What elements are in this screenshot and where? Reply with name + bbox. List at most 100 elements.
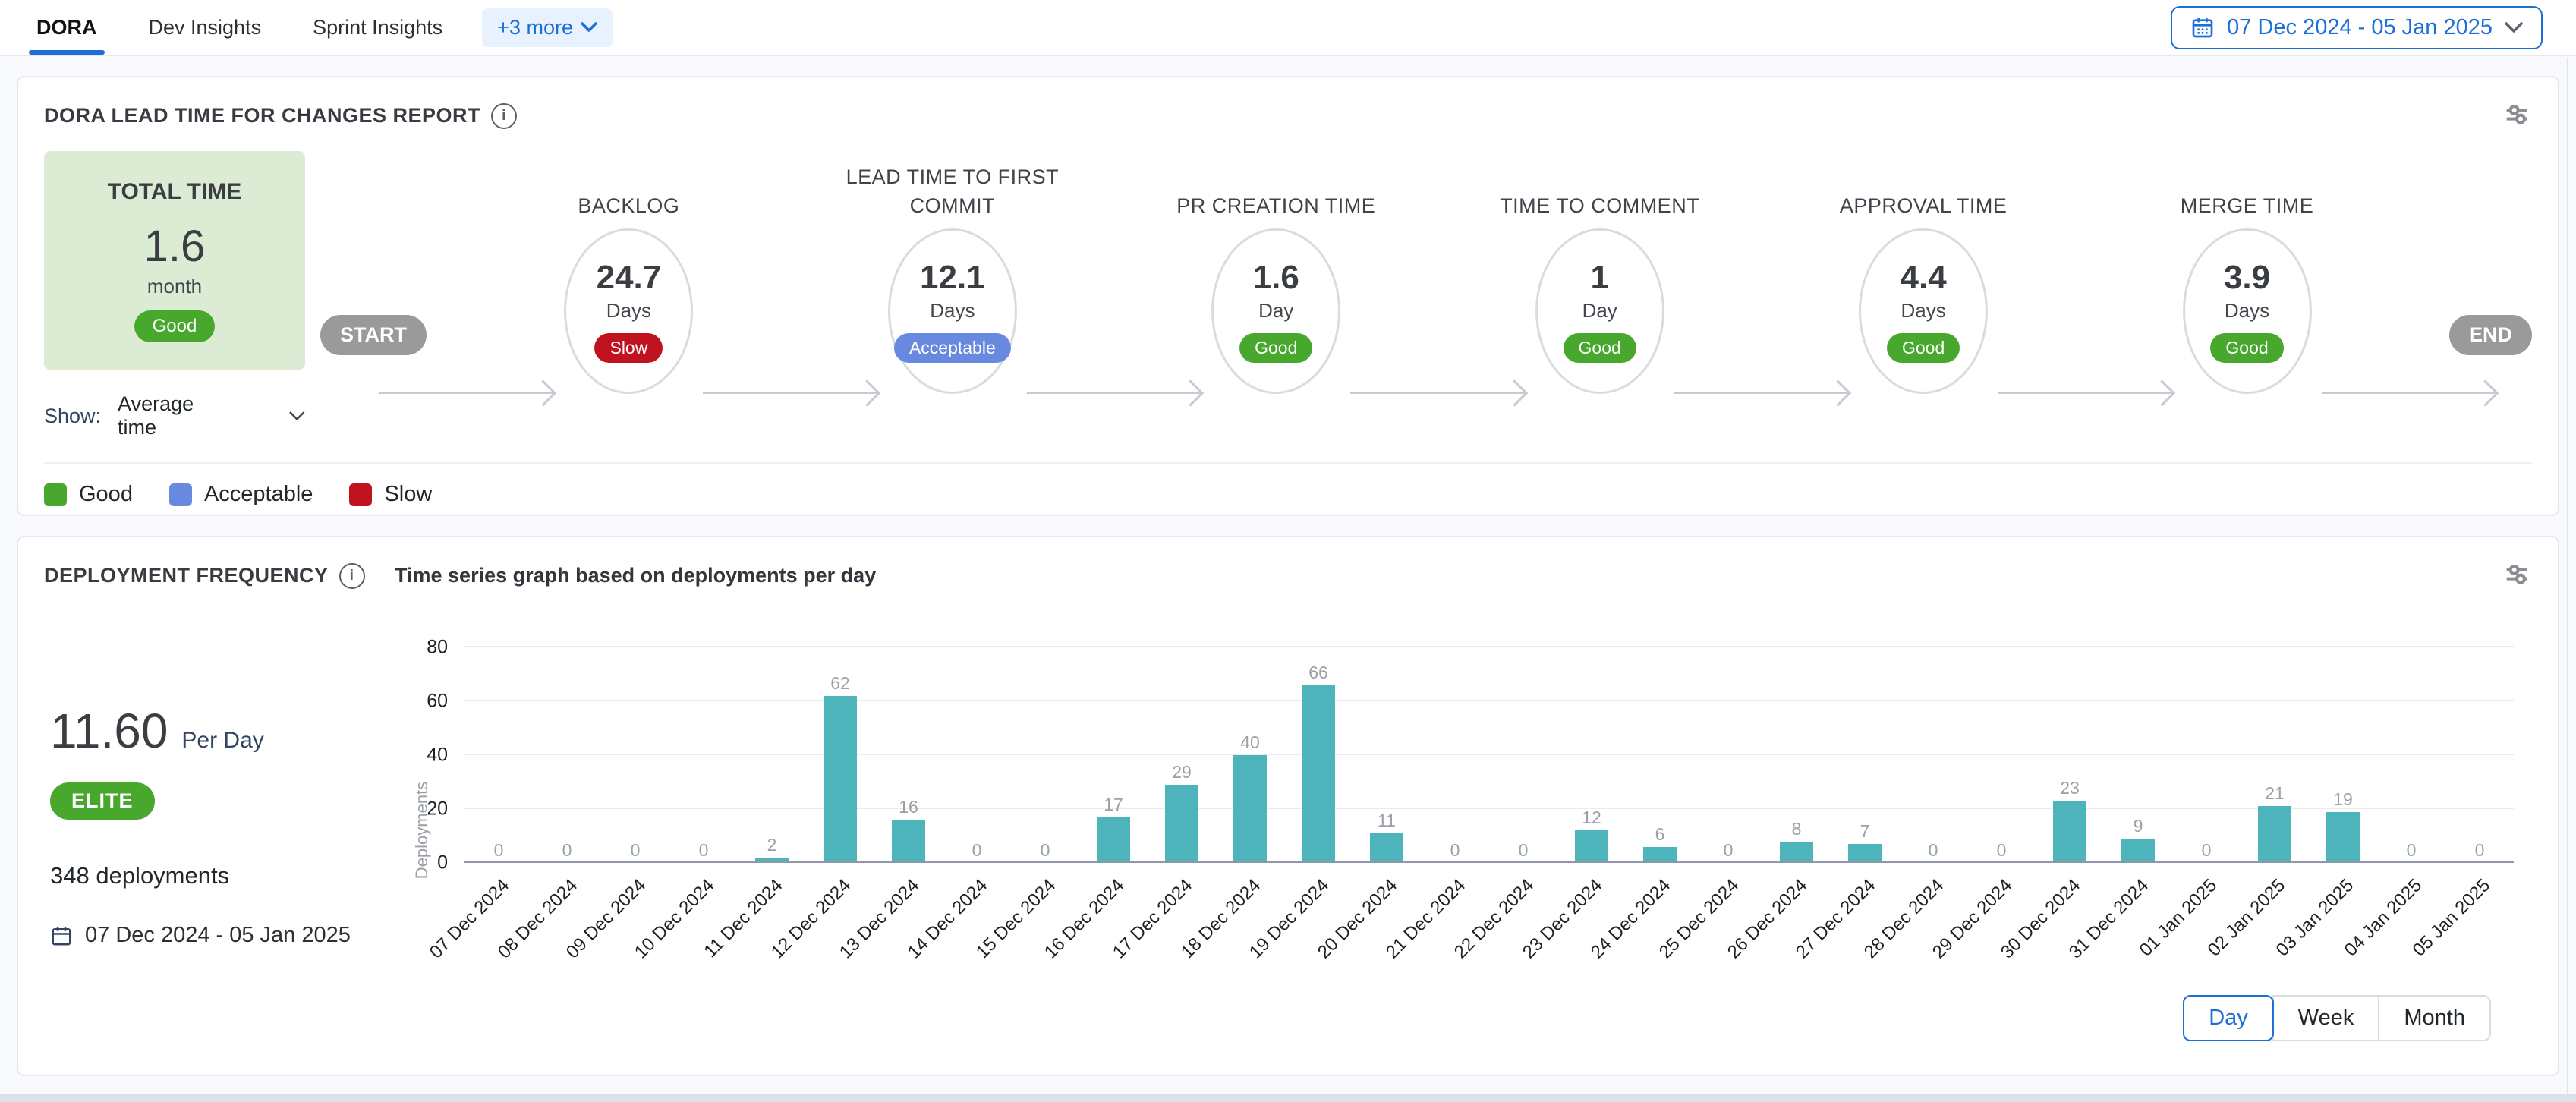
bar-07-dec-2024[interactable]: 0: [464, 647, 533, 863]
stage-approval-time: APPROVAL TIME4.4DaysGood: [1802, 151, 2045, 394]
bar-value-label: 0: [1450, 842, 1460, 859]
total-time-value: 1.6: [144, 225, 206, 269]
bar-value-label: 0: [2475, 842, 2485, 859]
stage-circle: 3.9DaysGood: [2183, 228, 2312, 394]
bar-value-label: 66: [1308, 664, 1328, 682]
chevron-down-icon: [2505, 22, 2523, 33]
stage-value: 12.1: [920, 260, 985, 296]
bar-10-dec-2024[interactable]: 0: [669, 647, 738, 863]
bar-23-dec-2024[interactable]: 12: [1557, 647, 1626, 863]
flow-end: END: [2449, 315, 2532, 355]
stage-value: 24.7: [597, 260, 662, 296]
granularity-week[interactable]: Week: [2272, 995, 2380, 1041]
bar-value-label: 0: [699, 842, 709, 859]
stage-value: 1: [1590, 260, 1608, 296]
bar-rect: [1780, 842, 1812, 863]
bar-value-label: 0: [2407, 842, 2417, 859]
info-icon[interactable]: i: [491, 103, 517, 129]
bar-value-label: 6: [1655, 826, 1665, 843]
total-time-label: TOTAL TIME: [108, 179, 242, 205]
deployment-title: DEPLOYMENT FREQUENCY: [44, 564, 329, 587]
window-right-edge: [2567, 58, 2568, 1094]
bar-rect: [1575, 830, 1608, 863]
granularity-month[interactable]: Month: [2378, 995, 2491, 1041]
bar-24-dec-2024[interactable]: 6: [1626, 647, 1694, 863]
bar-value-label: 0: [631, 842, 641, 859]
bar-rect: [1233, 755, 1266, 863]
bar-26-dec-2024[interactable]: 8: [1762, 647, 1831, 863]
flow-arrow: [1674, 392, 1849, 394]
deployment-rate-unit: Per Day: [181, 728, 263, 754]
plot-area: 0204060800000262160017294066110012608700…: [464, 647, 2514, 863]
status-legend: GoodAcceptableSlow: [44, 482, 2532, 507]
stage-status-badge: Acceptable: [894, 333, 1011, 363]
bar-02-jan-2025[interactable]: 21: [2241, 647, 2309, 863]
lead-time-card: DORA LEAD TIME FOR CHANGES REPORT i TOTA…: [17, 76, 2559, 516]
bar-11-dec-2024[interactable]: 2: [738, 647, 806, 863]
bar-value-label: 7: [1860, 823, 1870, 840]
date-range-picker[interactable]: 07 Dec 2024 - 05 Jan 2025: [2171, 6, 2543, 49]
bar-13-dec-2024[interactable]: 16: [874, 647, 943, 863]
legend-label: Good: [79, 482, 133, 507]
deployment-total: 348 deployments: [50, 862, 395, 889]
granularity-toggle: DayWeekMonth: [2183, 995, 2491, 1041]
bar-15-dec-2024[interactable]: 0: [1011, 647, 1079, 863]
bar-value-label: 0: [494, 842, 504, 859]
info-icon[interactable]: i: [339, 563, 365, 589]
bar-27-dec-2024[interactable]: 7: [1831, 647, 1899, 863]
bar-value-label: 62: [830, 675, 850, 692]
chart-settings-icon[interactable]: [2502, 99, 2532, 133]
tab-dora[interactable]: DORA: [33, 2, 100, 53]
stage-circle: 12.1DaysAcceptable: [888, 228, 1017, 394]
stage-circle: 1DayGood: [1535, 228, 1664, 394]
bar-08-dec-2024[interactable]: 0: [533, 647, 601, 863]
bar-31-dec-2024[interactable]: 9: [2104, 647, 2172, 863]
stage-name: TIME TO COMMENT: [1500, 151, 1699, 221]
bar-rect: [892, 820, 924, 863]
stage-unit: Day: [1582, 299, 1617, 323]
window-bottom-edge: [0, 1094, 2576, 1102]
stage-backlog: BACKLOG24.7DaysSlow: [507, 151, 750, 394]
bar-29-dec-2024[interactable]: 0: [1967, 647, 2036, 863]
tab-dev-insights[interactable]: Dev Insights: [146, 2, 265, 53]
legend-swatch: [44, 483, 67, 506]
date-range-label: 07 Dec 2024 - 05 Jan 2025: [2227, 15, 2493, 40]
bar-21-dec-2024[interactable]: 0: [1421, 647, 1489, 863]
bar-value-label: 9: [2134, 817, 2143, 835]
bar-rect: [1370, 833, 1403, 863]
granularity-day[interactable]: Day: [2183, 995, 2274, 1041]
bar-value-label: 0: [562, 842, 572, 859]
bar-19-dec-2024[interactable]: 66: [1284, 647, 1353, 863]
bar-17-dec-2024[interactable]: 29: [1148, 647, 1216, 863]
bar-28-dec-2024[interactable]: 0: [1899, 647, 1967, 863]
bar-20-dec-2024[interactable]: 11: [1353, 647, 1421, 863]
show-value: Average time: [118, 392, 221, 439]
stage-status-badge: Good: [1887, 333, 1960, 363]
bar-18-dec-2024[interactable]: 40: [1216, 647, 1284, 863]
bar-30-dec-2024[interactable]: 23: [2036, 647, 2104, 863]
bar-25-dec-2024[interactable]: 0: [1694, 647, 1762, 863]
bar-05-jan-2025[interactable]: 0: [2445, 647, 2514, 863]
more-tabs-label: +3 more: [497, 16, 573, 39]
lead-time-flow: START BACKLOG24.7DaysSlowLEAD TIME TO FI…: [320, 151, 2532, 394]
bar-value-label: 19: [2333, 791, 2353, 808]
flow-arrow: [1998, 392, 2172, 394]
bar-value-label: 0: [1041, 842, 1050, 859]
bar-16-dec-2024[interactable]: 17: [1079, 647, 1148, 863]
bar-22-dec-2024[interactable]: 0: [1489, 647, 1557, 863]
chart-settings-icon[interactable]: [2502, 559, 2532, 593]
tab-sprint-insights[interactable]: Sprint Insights: [310, 2, 446, 53]
bar-09-dec-2024[interactable]: 0: [601, 647, 669, 863]
bar-value-label: 0: [2202, 842, 2212, 859]
more-tabs-dropdown[interactable]: +3 more: [482, 8, 613, 47]
bar-01-jan-2025[interactable]: 0: [2172, 647, 2241, 863]
bar-14-dec-2024[interactable]: 0: [943, 647, 1011, 863]
bar-03-jan-2025[interactable]: 19: [2309, 647, 2377, 863]
show-metric-dropdown[interactable]: Show: Average time: [44, 392, 305, 439]
bar-12-dec-2024[interactable]: 62: [806, 647, 874, 863]
stage-circle: 4.4DaysGood: [1859, 228, 1988, 394]
x-axis-labels: 07 Dec 202408 Dec 202409 Dec 202410 Dec …: [464, 863, 2514, 990]
stage-unit: Days: [1901, 299, 1945, 323]
bar-04-jan-2025[interactable]: 0: [2377, 647, 2445, 863]
x-tick: 05 Jan 2025: [2445, 863, 2514, 990]
